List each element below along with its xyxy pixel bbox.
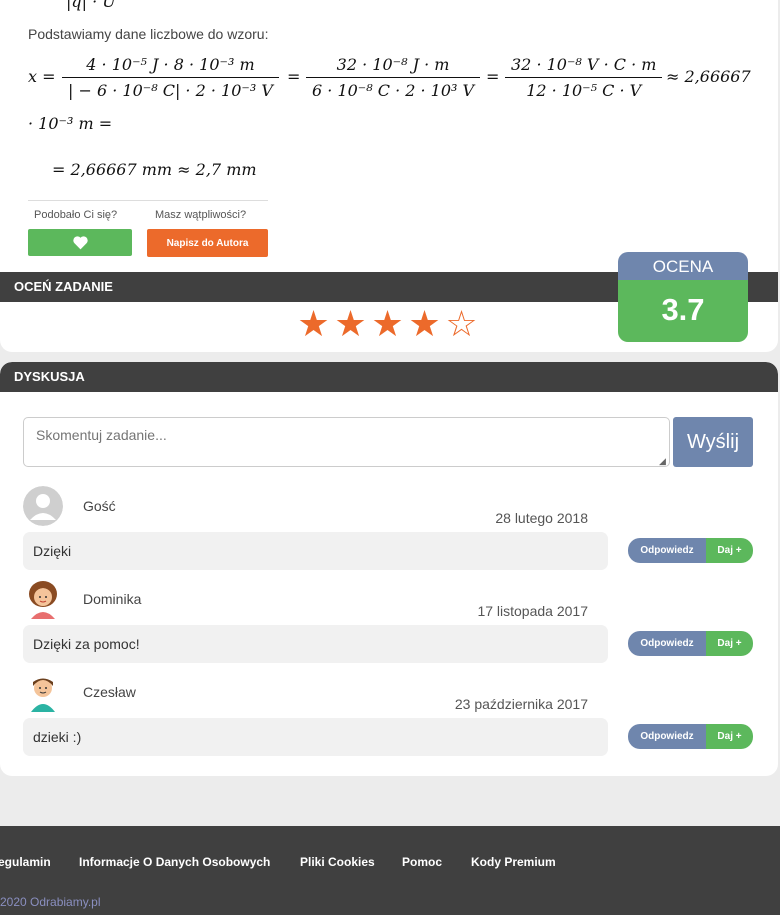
give-plus-button[interactable]: Daj +	[706, 538, 753, 563]
comment-text: dzieki :)	[23, 718, 608, 756]
comment-author: Dominika	[83, 591, 142, 607]
feedback-divider: Podobało Ci się? Masz wątpliwości?	[28, 200, 268, 221]
girl-avatar-icon	[29, 581, 57, 619]
solution-intro: Podstawiamy dane liczbowe do wzoru:	[28, 26, 269, 42]
reply-button[interactable]: Odpowiedz	[628, 724, 706, 749]
eq-sign-2: =	[486, 67, 500, 86]
fraction-1: 4 · 10⁻⁵ J · 8 · 10⁻³ m | − 6 · 10⁻⁸ C| …	[62, 55, 279, 100]
star-icon-3[interactable]: ★	[370, 305, 405, 343]
like-button[interactable]	[28, 229, 132, 256]
eq-approx: ≈ 2,66667	[666, 67, 751, 86]
comment-actions: Odpowiedz Daj +	[628, 724, 753, 749]
comment-date: 28 lutego 2018	[495, 510, 588, 526]
give-plus-button[interactable]: Daj +	[706, 724, 753, 749]
comment-text: Dzięki	[23, 532, 608, 570]
reply-button[interactable]: Odpowiedz	[628, 631, 706, 656]
user-placeholder-icon	[23, 486, 63, 526]
discussion-bar: DYSKUSJA	[0, 362, 778, 392]
fraction-1-denominator: | − 6 · 10⁻⁸ C| · 2 · 10⁻³ V	[68, 81, 273, 100]
eq-lhs: x =	[28, 67, 56, 86]
rating-box: OCENA 3.7	[618, 252, 748, 342]
rating-box-title: OCENA	[618, 252, 748, 280]
comment-input[interactable]	[23, 417, 670, 467]
copyright: 2020 Odrabiamy.pl	[0, 895, 101, 909]
fraction-2-denominator: 6 · 10⁻⁸ C · 2 · 10³ V	[312, 81, 475, 100]
avatar-guest	[23, 486, 63, 526]
rating-value: 3.7	[618, 280, 748, 342]
reply-button[interactable]: Odpowiedz	[628, 538, 706, 563]
footer-link-terms[interactable]: egulamin	[0, 855, 51, 869]
footer: egulamin Informacje O Danych Osobowych P…	[0, 826, 780, 915]
eq-result: = 2,66667 mm ≈ 2,7 mm	[52, 160, 257, 179]
fraction-3-denominator: 12 · 10⁻⁵ C · V	[526, 81, 642, 100]
formula-fragment: |q| · U	[66, 0, 116, 11]
comment-date: 17 listopada 2017	[477, 603, 588, 619]
fraction-2: 32 · 10⁻⁸ J · m 6 · 10⁻⁸ C · 2 · 10³ V	[306, 55, 481, 100]
comment-author: Gość	[83, 498, 116, 514]
send-button[interactable]: Wyślij	[673, 417, 753, 467]
avatar-girl	[23, 579, 63, 619]
fraction-3: 32 · 10⁻⁸ V · C · m 12 · 10⁻⁵ C · V	[505, 55, 663, 100]
fraction-1-numerator: 4 · 10⁻⁵ J · 8 · 10⁻³ m	[62, 55, 279, 78]
resize-handle-icon[interactable]: ◢	[659, 456, 666, 467]
boy-avatar-icon	[31, 678, 55, 712]
footer-link-privacy[interactable]: Informacje O Danych Osobowych	[79, 855, 270, 869]
heart-icon	[72, 236, 88, 250]
comment-item: Czesław 23 października 2017 dzieki :) O…	[0, 672, 778, 762]
comment-author: Czesław	[83, 684, 136, 700]
comment-item: Gość 28 lutego 2018 Dzięki Odpowiedz Daj…	[0, 486, 778, 576]
fraction-2-numerator: 32 · 10⁻⁸ J · m	[306, 55, 481, 78]
liked-label: Podobało Ci się?	[34, 209, 118, 221]
eq-sign-1: =	[287, 67, 301, 86]
eq-line-2: · 10⁻³ m =	[28, 114, 113, 133]
avatar-boy	[23, 672, 63, 712]
write-to-author-button[interactable]: Napisz do Autora	[147, 229, 268, 257]
footer-link-help[interactable]: Pomoc	[402, 855, 442, 869]
doubt-label: Masz wątpliwości?	[155, 209, 247, 221]
star-icon-1[interactable]: ★	[296, 305, 331, 343]
watermark-pattern	[300, 0, 760, 239]
give-plus-button[interactable]: Daj +	[706, 631, 753, 656]
comment-date: 23 października 2017	[454, 696, 588, 712]
footer-link-cookies[interactable]: Pliki Cookies	[300, 855, 375, 869]
star-icon-5[interactable]: ☆	[444, 305, 479, 343]
star-icon-4[interactable]: ★	[407, 305, 442, 343]
rating-stars: ★ ★ ★ ★ ☆	[296, 305, 479, 343]
comment-text: Dzięki za pomoc!	[23, 625, 608, 663]
fraction-3-numerator: 32 · 10⁻⁸ V · C · m	[505, 55, 663, 78]
comment-actions: Odpowiedz Daj +	[628, 538, 753, 563]
comment-item: Dominika 17 listopada 2017 Dzięki za pom…	[0, 579, 778, 669]
footer-link-premium[interactable]: Kody Premium	[471, 855, 556, 869]
discussion-card: DYSKUSJA ◢ Wyślij Gość 28 lutego 2018 Dz…	[0, 362, 778, 776]
star-icon-2[interactable]: ★	[333, 305, 368, 343]
comment-actions: Odpowiedz Daj +	[628, 631, 753, 656]
